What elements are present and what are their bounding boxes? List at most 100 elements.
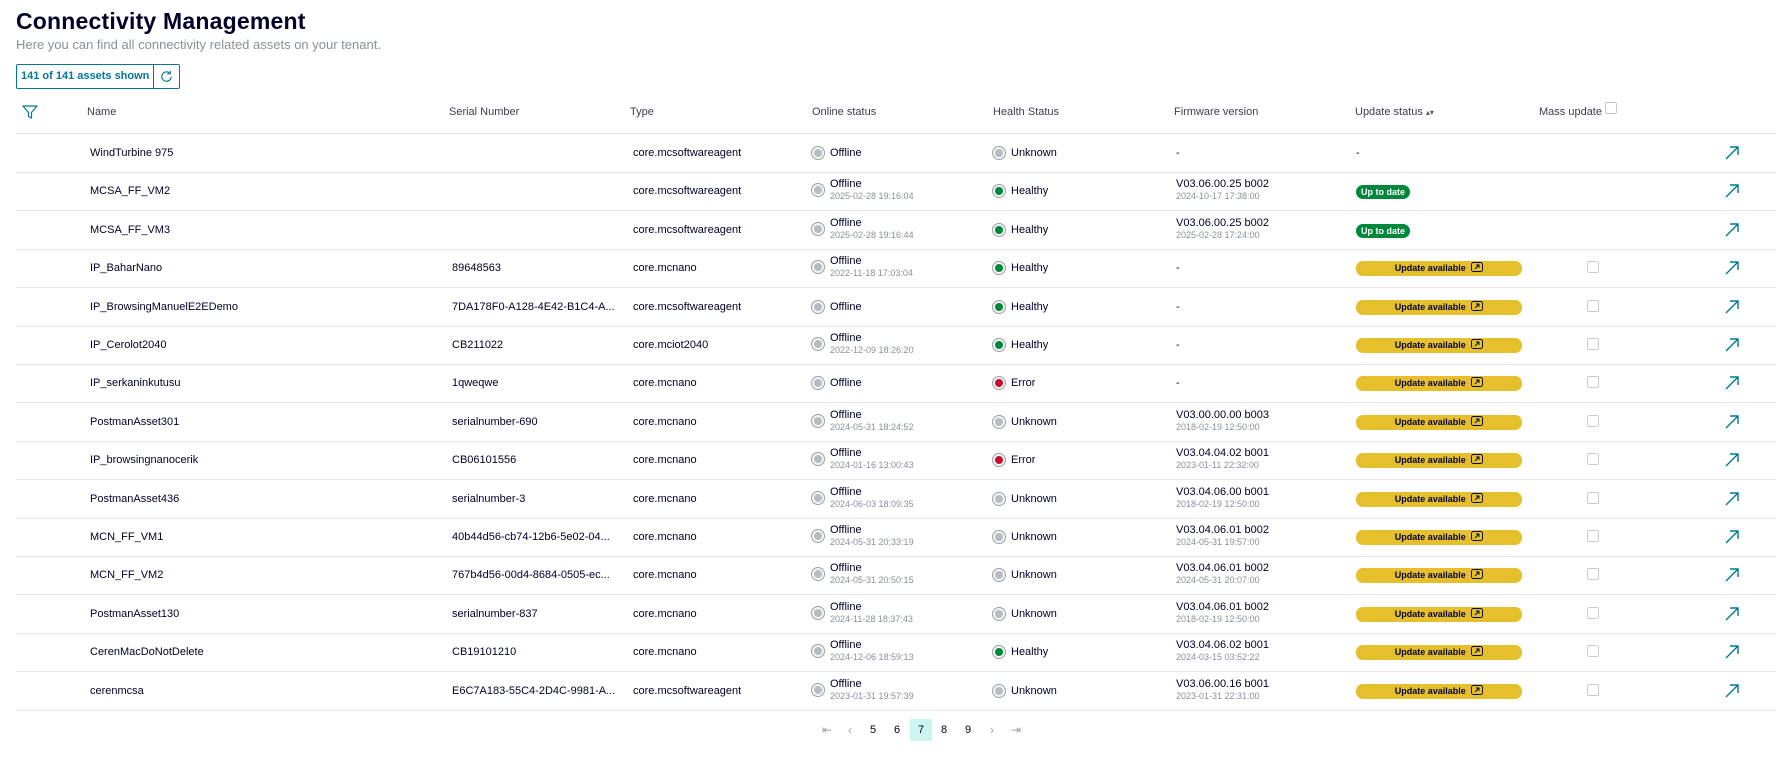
asset-name[interactable]: MCN_FF_VM1 (90, 531, 163, 543)
health-status-label: Healthy (1011, 262, 1049, 275)
mass-update-checkbox[interactable] (1587, 645, 1599, 658)
asset-name[interactable]: cerenmcsa (90, 685, 144, 697)
page-button-8[interactable]: 8 (933, 719, 955, 741)
table-row[interactable]: MCN_FF_VM2 767b4d56-00d4-8684-0505-ec... c… (16, 557, 1776, 596)
asset-name[interactable]: WindTurbine 975 (90, 147, 173, 159)
open-asset-arrow-icon[interactable] (1724, 452, 1740, 473)
next-page-button[interactable]: › (981, 719, 1003, 741)
mass-update-checkbox[interactable] (1587, 338, 1599, 350)
page-button-6[interactable]: 6 (886, 719, 908, 741)
column-header-firmware[interactable]: Firmware version (1174, 106, 1258, 118)
asset-name[interactable]: IP_Cerolot2040 (90, 339, 166, 351)
update-available-label: Update available (1394, 570, 1466, 581)
table-row[interactable]: WindTurbine 975 core.mcsoftwareagent Offli… (16, 135, 1776, 173)
column-header-health[interactable]: Health Status (993, 106, 1059, 118)
open-asset-arrow-icon[interactable] (1724, 337, 1740, 358)
column-header-online[interactable]: Online status (812, 106, 876, 118)
open-asset-arrow-icon[interactable] (1724, 145, 1740, 166)
mass-update-checkbox[interactable] (1587, 299, 1599, 312)
firmware-date: 2023-01-11 22:32:00 (1176, 460, 1259, 471)
serial-number: serialnumber-837 (452, 607, 538, 620)
table-row[interactable]: CerenMacDoNotDelete CB19101210 core.mcnano… (16, 634, 1776, 673)
mass-update-checkbox[interactable] (1587, 261, 1599, 274)
firmware-version: V03.04.06.00 b001 2018-02-19 12:50:00 (1176, 486, 1269, 510)
asset-name[interactable]: MCSA_FF_VM2 (90, 185, 170, 197)
table-row[interactable]: cerenmcsa E6C7A183-55C4-2D4C-9981-A... cor… (16, 673, 1776, 711)
mass-update-checkbox[interactable] (1587, 683, 1599, 696)
update-available-button[interactable]: Update available (1356, 606, 1522, 622)
open-asset-arrow-icon[interactable] (1724, 644, 1740, 665)
mass-update-checkbox[interactable] (1587, 530, 1599, 542)
page-button-5[interactable]: 5 (862, 719, 884, 741)
open-asset-arrow-icon[interactable] (1724, 414, 1740, 435)
asset-name[interactable]: IP_browsingnanocerik (90, 454, 198, 466)
open-asset-arrow-icon[interactable] (1724, 606, 1740, 627)
asset-name[interactable]: IP_BaharNano (90, 262, 162, 274)
mass-update-select-all-checkbox[interactable] (1604, 102, 1617, 114)
update-available-button[interactable]: Update available (1356, 453, 1522, 469)
open-asset-arrow-icon[interactable] (1724, 299, 1740, 320)
mass-update-checkbox[interactable] (1587, 491, 1599, 504)
firmware-version-label: - (1176, 377, 1180, 390)
health-unknown-icon (992, 414, 1006, 429)
update-available-button[interactable]: Update available (1356, 645, 1522, 661)
table-row[interactable]: MCSA_FF_VM2 core.mcsoftwareagent Offline 20… (16, 173, 1776, 212)
filter-icon[interactable] (22, 104, 38, 125)
open-asset-arrow-icon[interactable] (1724, 529, 1740, 550)
asset-name[interactable]: PostmanAsset436 (90, 493, 179, 505)
open-asset-arrow-icon[interactable] (1724, 491, 1740, 512)
update-available-button[interactable]: Update available (1356, 261, 1522, 277)
update-available-button[interactable]: Update available (1356, 338, 1522, 353)
asset-name[interactable]: CerenMacDoNotDelete (90, 646, 204, 658)
table-row[interactable]: PostmanAsset301 serialnumber-690 core.mcna… (16, 404, 1776, 442)
update-available-button[interactable]: Update available (1356, 376, 1522, 392)
last-page-button[interactable]: ⇥ (1005, 719, 1027, 741)
open-asset-arrow-icon[interactable] (1724, 375, 1740, 396)
table-row[interactable]: MCN_FF_VM1 40b44d56-cb74-12b6-5e02-04... c… (16, 519, 1776, 557)
page-button-9[interactable]: 9 (957, 719, 979, 741)
table-row[interactable]: IP_BrowsingManuelE2EDemo 7DA178F0-A128-4E… (16, 289, 1776, 327)
table-row[interactable]: IP_BaharNano 89648563 core.mcnano Offline 20… (16, 250, 1776, 289)
open-asset-arrow-icon[interactable] (1724, 260, 1740, 281)
column-header-name[interactable]: Name (87, 106, 116, 118)
page-button-7-current[interactable]: 7 (910, 719, 932, 741)
open-asset-arrow-icon[interactable] (1724, 222, 1740, 243)
mass-update-checkbox[interactable] (1587, 453, 1599, 466)
update-available-button[interactable]: Update available (1356, 414, 1522, 430)
asset-name[interactable]: IP_serkaninkutusu (90, 377, 181, 389)
update-available-button[interactable]: Update available (1356, 568, 1522, 584)
serial-number: 1qweqwe (452, 377, 499, 390)
table-row[interactable]: IP_Cerolot2040 CB211022 core.mciot2040 Offl… (16, 327, 1776, 365)
table-row[interactable]: IP_browsingnanocerik CB06101556 core.mcnan… (16, 442, 1776, 481)
update-available-button[interactable]: Update available (1356, 530, 1522, 545)
asset-name[interactable]: IP_BrowsingManuelE2EDemo (90, 301, 238, 313)
refresh-button[interactable] (154, 64, 181, 89)
table-row[interactable]: PostmanAsset436 serialnumber-3 core.mcnano… (16, 481, 1776, 519)
mass-update-checkbox[interactable] (1587, 376, 1599, 389)
column-header-serial[interactable]: Serial Number (449, 106, 519, 118)
table-row[interactable]: PostmanAsset130 serialnumber-837 core.mcna… (16, 596, 1776, 634)
column-header-type[interactable]: Type (630, 106, 654, 118)
first-page-button[interactable]: ⇤ (816, 719, 838, 741)
open-asset-arrow-icon[interactable] (1724, 567, 1740, 588)
update-available-button[interactable]: Update available (1356, 491, 1522, 507)
mass-update-checkbox[interactable] (1587, 414, 1599, 427)
update-available-button[interactable]: Update available (1356, 299, 1522, 315)
asset-name[interactable]: MCN_FF_VM2 (90, 569, 163, 581)
column-header-update[interactable]: Update status ▴▾ (1355, 106, 1434, 118)
health-status-label: Error (1011, 454, 1036, 467)
mass-update-checkbox[interactable] (1587, 606, 1599, 619)
table-row[interactable]: IP_serkaninkutusu 1qweqwe core.mcnano Offli… (16, 365, 1776, 404)
prev-page-button[interactable]: ‹ (839, 719, 861, 741)
update-available-button[interactable]: Update available (1356, 683, 1522, 699)
online-status-label: Offline (830, 677, 862, 690)
external-update-icon (1471, 607, 1484, 618)
open-asset-arrow-icon[interactable] (1724, 183, 1740, 204)
mass-update-checkbox[interactable] (1587, 568, 1599, 581)
asset-name[interactable]: PostmanAsset130 (90, 608, 179, 620)
open-asset-arrow-icon[interactable] (1724, 683, 1740, 704)
table-row[interactable]: MCSA_FF_VM3 core.mcsoftwareagent Offline 20… (16, 212, 1776, 250)
asset-name[interactable]: PostmanAsset301 (90, 416, 179, 428)
asset-name[interactable]: MCSA_FF_VM3 (90, 224, 170, 236)
update-available-label: Update available (1394, 647, 1466, 658)
